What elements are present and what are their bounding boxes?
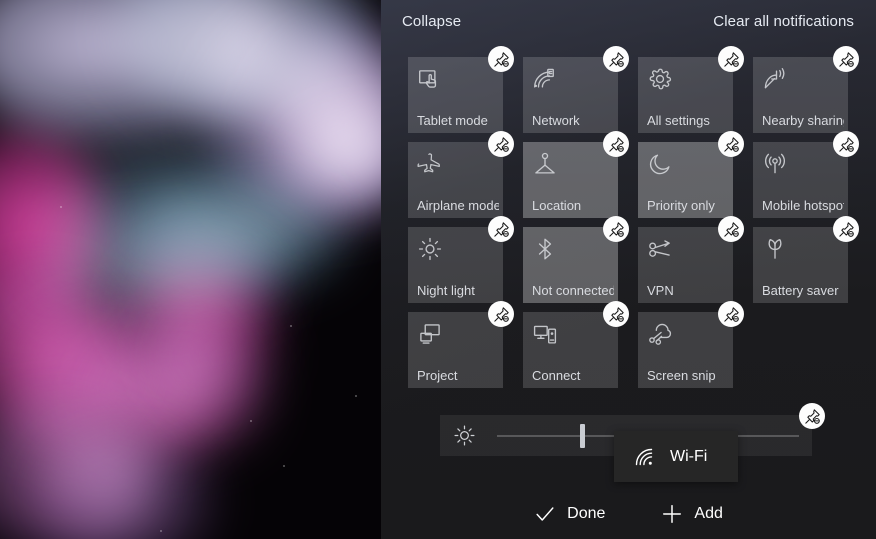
clear-all-notifications-link[interactable]: Clear all notifications — [713, 13, 854, 30]
screen-snip-icon — [647, 321, 673, 347]
quick-action-tile[interactable]: Screen snip — [638, 301, 744, 388]
quick-action-label: Not connected — [532, 283, 614, 298]
wallpaper-speck — [250, 420, 252, 422]
battery-saver-icon — [762, 236, 788, 262]
unpin-icon[interactable] — [718, 216, 744, 242]
unpin-icon[interactable] — [603, 131, 629, 157]
unpin-icon[interactable] — [488, 131, 514, 157]
quick-action-tile[interactable]: Mobile hotspot — [753, 131, 859, 218]
night-light-icon — [417, 236, 443, 262]
wallpaper-speck — [160, 530, 162, 532]
bluetooth-icon — [532, 236, 558, 262]
wallpaper-speck — [60, 206, 62, 208]
command-bar: Done Add — [381, 488, 876, 539]
wallpaper-speck — [355, 395, 357, 397]
drag-ghost-tile[interactable]: Wi-Fi — [614, 431, 738, 482]
quick-action-tile[interactable]: Night light — [408, 216, 514, 303]
wifi-icon — [632, 445, 656, 469]
location-icon — [532, 151, 558, 177]
quick-action-tile[interactable]: Nearby sharing — [753, 46, 859, 133]
moon-icon — [647, 151, 673, 177]
nearby-sharing-icon — [762, 66, 788, 92]
vpn-icon — [647, 236, 673, 262]
unpin-icon[interactable] — [833, 216, 859, 242]
brightness-icon — [453, 424, 476, 447]
quick-action-tile[interactable]: Tablet mode — [408, 46, 514, 133]
done-button[interactable]: Done — [528, 499, 611, 529]
unpin-icon[interactable] — [603, 46, 629, 72]
unpin-icon[interactable] — [488, 46, 514, 72]
wallpaper-speck — [283, 465, 285, 467]
desktop-wallpaper — [0, 0, 381, 539]
unpin-icon[interactable] — [833, 131, 859, 157]
quick-action-tile[interactable]: Connect — [523, 301, 629, 388]
quick-action-label: VPN — [647, 283, 674, 298]
quick-action-label: Airplane mode — [417, 198, 499, 213]
unpin-icon[interactable] — [718, 131, 744, 157]
quick-action-label: Screen snip — [647, 368, 716, 383]
quick-action-tile[interactable]: Airplane mode — [408, 131, 514, 218]
brightness-slider-thumb[interactable] — [580, 424, 586, 448]
quick-action-tile[interactable]: Project — [408, 301, 514, 388]
quick-action-tile[interactable]: All settings — [638, 46, 744, 133]
drag-ghost-label: Wi-Fi — [670, 447, 708, 465]
done-label: Done — [567, 504, 606, 522]
wallpaper-speck — [290, 325, 292, 327]
quick-action-label: Nearby sharing — [762, 113, 844, 128]
quick-action-label: Project — [417, 368, 458, 383]
project-icon — [417, 321, 443, 347]
add-label: Add — [694, 504, 723, 522]
action-center-panel: Collapse Clear all notifications Tablet … — [381, 0, 876, 539]
quick-action-label: Connect — [532, 368, 581, 383]
unpin-icon[interactable] — [488, 301, 514, 327]
action-center-header: Collapse Clear all notifications — [381, 0, 876, 47]
hotspot-icon — [762, 151, 788, 177]
quick-action-label: Mobile hotspot — [762, 198, 844, 213]
unpin-icon[interactable] — [718, 46, 744, 72]
plus-icon — [661, 503, 683, 525]
unpin-icon[interactable] — [603, 216, 629, 242]
unpin-icon[interactable] — [603, 301, 629, 327]
quick-action-label: Network — [532, 113, 580, 128]
collapse-link[interactable]: Collapse — [402, 13, 461, 30]
quick-action-tile[interactable]: Battery saver — [753, 216, 859, 303]
connect-icon — [532, 321, 558, 347]
check-icon — [534, 503, 556, 525]
add-button[interactable]: Add — [655, 499, 728, 529]
quick-action-tile[interactable]: VPN — [638, 216, 744, 303]
unpin-icon[interactable] — [799, 403, 825, 429]
tablet-mode-icon — [417, 66, 443, 92]
unpin-icon[interactable] — [833, 46, 859, 72]
quick-action-label: Battery saver — [762, 283, 839, 298]
screen: Collapse Clear all notifications Tablet … — [0, 0, 876, 539]
quick-action-tile[interactable]: Network — [523, 46, 629, 133]
unpin-icon[interactable] — [488, 216, 514, 242]
quick-action-tile[interactable]: Priority only — [638, 131, 744, 218]
quick-action-tile[interactable]: Location — [523, 131, 629, 218]
gear-icon — [647, 66, 673, 92]
quick-action-label: Priority only — [647, 198, 715, 213]
network-icon — [532, 66, 558, 92]
airplane-icon — [417, 151, 443, 177]
quick-action-tile[interactable]: Not connected — [523, 216, 629, 303]
wallpaper-ink-cloud — [150, 300, 280, 410]
quick-action-label: Location — [532, 198, 582, 213]
quick-action-label: Tablet mode — [417, 113, 488, 128]
unpin-icon[interactable] — [718, 301, 744, 327]
quick-action-label: Night light — [417, 283, 475, 298]
quick-action-label: All settings — [647, 113, 710, 128]
